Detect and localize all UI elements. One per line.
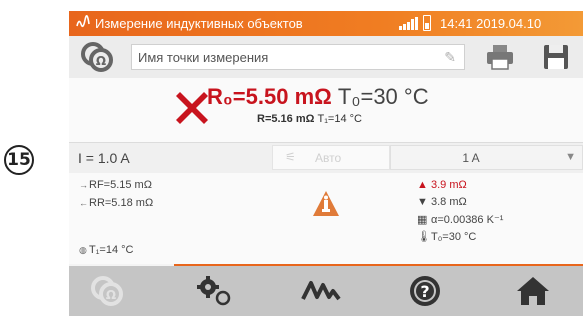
forward-resistance-value: RF=5.15 mΩ (89, 179, 152, 191)
signal-icon (399, 17, 418, 30)
title-bar: Измерение индуктивных объектов 14:41 201… (69, 11, 583, 36)
test-current: I = 1.0 A (78, 150, 130, 166)
range-select[interactable]: 1 A ▼ (390, 145, 583, 170)
settings-row: I = 1.0 A ⚟ Авто 1 A ▼ (69, 142, 583, 174)
reference-temperature: 🌡T₀=30 °C (417, 230, 476, 243)
ohm-meter-button[interactable]: Ω (69, 266, 149, 316)
arrow-left-icon: ← (79, 198, 88, 208)
lower-limit: ▼ 3.8 mΩ (417, 196, 467, 208)
reverse-resistance: ←RR=5.18 mΩ (79, 197, 153, 209)
t0-value: T₀=30 °C (431, 231, 477, 243)
thermometer-icon: ◍ (79, 245, 87, 255)
help-icon: ? (410, 276, 440, 306)
svg-text:Ω: Ω (106, 288, 116, 302)
save-icon[interactable] (543, 44, 569, 70)
battery-icon (423, 15, 431, 31)
forward-resistance: →RF=5.15 mΩ (79, 179, 152, 191)
alpha-coefficient: ▦ α=0.00386 K⁻¹ (417, 213, 503, 226)
upper-limit-value: 3.9 mΩ (431, 179, 467, 191)
home-icon (517, 277, 549, 305)
settings-button[interactable] (174, 266, 254, 316)
pencil-icon[interactable]: ✎ (444, 49, 456, 66)
main-result: R₀=5.50 mΩ T₀=30 °C (207, 84, 429, 110)
help-button[interactable]: ? (385, 266, 465, 316)
window-title: Измерение индуктивных объектов (95, 16, 303, 31)
svg-text:?: ? (420, 282, 429, 301)
upper-limit: ▲ 3.9 mΩ (417, 179, 467, 191)
sub-result: R=5.16 mΩ T₁=14 °C (257, 113, 362, 125)
measured-temperature: T₁=14 °C (317, 113, 363, 125)
range-value: 1 A (462, 151, 480, 165)
meter-logo-icon (75, 14, 91, 33)
settings-gears-icon (197, 276, 231, 306)
result-panel: R₀=5.50 mΩ T₀=30 °C R=5.16 mΩ T₁=14 °C (69, 78, 583, 142)
measured-temperature-detail: ◍ T₁=14 °C (79, 244, 134, 256)
thermometer-icon: 🌡 (417, 231, 431, 243)
measurement-point-icon[interactable]: Ω (79, 41, 119, 73)
auto-mode-button[interactable]: ⚟ Авто (272, 145, 390, 170)
alpha-value: α=0.00386 K⁻¹ (431, 214, 504, 226)
measured-resistance: R=5.16 mΩ (257, 113, 315, 125)
measurement-point-placeholder: Имя точки измерения (138, 50, 269, 65)
bottom-nav-bar: Ω ? (69, 266, 583, 316)
waveform-icon (301, 281, 341, 301)
calculator-icon: ▦ (417, 214, 428, 226)
dropdown-arrow-icon: ▼ (565, 151, 576, 163)
upper-limit-icon: ▲ (417, 179, 428, 191)
step-number-badge: 15 (4, 145, 34, 175)
ohm-meter-icon: Ω (91, 276, 123, 306)
waveform-button[interactable] (281, 266, 361, 316)
t1-value: T₁=14 °C (89, 244, 134, 256)
main-temperature: T₀=30 °C (337, 84, 429, 109)
lower-limit-value: 3.8 mΩ (431, 196, 467, 208)
device-screen: Измерение индуктивных объектов 14:41 201… (69, 11, 583, 316)
lower-limit-icon: ▼ (417, 196, 428, 208)
reverse-resistance-value: RR=5.18 mΩ (89, 197, 154, 209)
datetime: 14:41 2019.04.10 (440, 16, 542, 31)
measurement-point-name-field[interactable]: Имя точки измерения ✎ (131, 44, 465, 70)
arrow-right-icon: → (79, 180, 88, 190)
step-number: 15 (7, 150, 31, 170)
auto-label: Авто (315, 151, 342, 165)
svg-text:Ω: Ω (96, 54, 106, 68)
measurement-point-bar: Ω Имя точки измерения ✎ (69, 36, 583, 79)
home-button[interactable] (493, 266, 573, 316)
warning-icon (313, 191, 339, 216)
printer-icon[interactable] (485, 44, 515, 70)
main-resistance: R₀=5.50 mΩ (207, 84, 332, 109)
auto-measure-icon: ⚟ (285, 150, 296, 164)
details-panel: →RF=5.15 mΩ ←RR=5.18 mΩ ◍ T₁=14 °C ▲ 3.9 m… (69, 173, 583, 264)
